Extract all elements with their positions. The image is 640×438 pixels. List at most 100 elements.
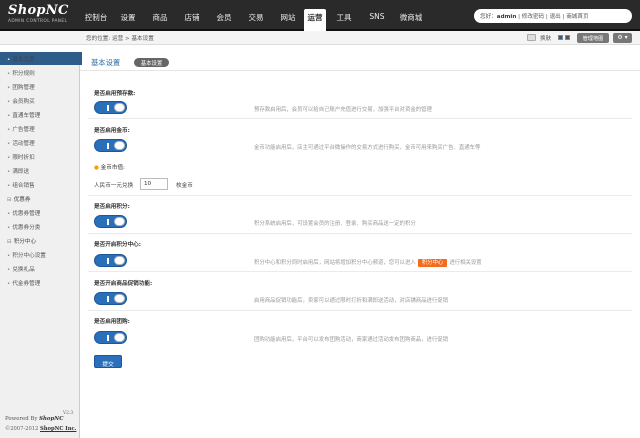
nav-settings[interactable]: 设置 <box>112 9 144 31</box>
nav-dashboard[interactable]: 控制台 <box>80 9 112 31</box>
setting-label-predeposit: 是否启用预存款: <box>94 91 136 97</box>
user-links[interactable]: | 修改密码 | 退出 | 商城首页 <box>518 14 588 20</box>
page-title: 基本设置 <box>91 58 121 67</box>
nav-website[interactable]: 网站 <box>272 9 304 31</box>
sidebar-item-label: 满即送 <box>12 169 30 175</box>
gold-rate-input[interactable]: 10 <box>140 178 168 190</box>
copyright-prefix: ©2007-2012 <box>5 426 40 432</box>
title-row: 基本设置 基本设置 <box>80 45 640 71</box>
gold-toggle[interactable] <box>94 139 127 152</box>
bullet-icon: • <box>7 169 11 175</box>
sidebar-item-redeem-gifts[interactable]: • 兑换礼品 <box>0 262 80 275</box>
points-toggle[interactable] <box>94 215 127 228</box>
bullet-icon: • <box>7 183 11 189</box>
setting-label-gold: 是否启用金币: <box>94 128 130 134</box>
bullet-icon: • <box>7 99 11 105</box>
groupbuy-toggle[interactable] <box>94 331 127 344</box>
sidebar-item-coupon-manage[interactable]: • 优惠券管理 <box>0 206 80 219</box>
setting-desc-points: 积分系统启用后，可设置会员的注册、登录、购买商品送一定的积分 <box>254 221 416 227</box>
sidebar-item-ads[interactable]: • 广告管理 <box>0 122 80 135</box>
sidebar-item-flash-discount[interactable]: • 限时折扣 <box>0 150 80 163</box>
sidebar-item-groupbuy[interactable]: • 团购管理 <box>0 80 80 93</box>
nav-stores[interactable]: 店铺 <box>176 9 208 31</box>
sidebar-item-bundle-sales[interactable]: • 组合销售 <box>0 178 80 191</box>
predeposit-toggle[interactable] <box>94 101 127 114</box>
setting-label-points-center: 是否开启积分中心: <box>94 242 141 248</box>
sidebar-item-label: 基本设置 <box>12 57 35 63</box>
sidebar-item-full-gift[interactable]: • 满即送 <box>0 164 80 177</box>
setting-desc-promotion: 启用商品促销功能后，卖家可以通过限时打折和满即送活动，对店铺商品进行促销 <box>254 298 449 304</box>
sidebar-item-basic-settings[interactable]: • 基本设置 <box>0 52 82 65</box>
nav-operation[interactable]: 运营 <box>304 9 326 31</box>
gear-icon[interactable]: ⚙ ▾ <box>613 33 632 43</box>
setting-desc-points-center: 积分中心和积分同时启用后，网站将增加积分中心频道，您可以进入 积分中心 进行相关设置 <box>254 258 482 267</box>
setting-label-groupbuy: 是否启用团购: <box>94 319 130 325</box>
sidebar-item-voucher-manage[interactable]: • 代金券管理 <box>0 276 80 289</box>
bullet-icon: • <box>7 225 11 231</box>
sidebar-item-member-purchase[interactable]: • 会员购买 <box>0 94 80 107</box>
bullet-icon: • <box>7 127 11 133</box>
setting-label-points: 是否启用积分: <box>94 204 130 210</box>
gold-rate-title: ● 金币市值: <box>94 163 125 171</box>
nav-members[interactable]: 会员 <box>208 9 240 31</box>
sidebar-item-label: 优惠券管理 <box>12 211 41 217</box>
desc-text-before: 积分中心和积分同时启用后，网站将增加积分中心频道，您可以进入 <box>254 260 416 266</box>
sidebar-item-coupon-category[interactable]: • 优惠券分类 <box>0 220 80 233</box>
sidebar-item-label: 代金券管理 <box>12 281 41 287</box>
user-info: 您好：admin | 修改密码 | 退出 | 商城首页 <box>474 9 632 23</box>
points-center-link[interactable]: 积分中心 <box>417 259 448 267</box>
skin-icon[interactable] <box>527 34 536 41</box>
divider <box>88 233 632 234</box>
sidebar-group-points-center[interactable]: ⊟ 积分中心 <box>0 234 80 247</box>
sidebar-item-activities[interactable]: • 活动管理 <box>0 136 80 149</box>
sidebar-item-label: 优惠券 <box>13 197 31 203</box>
skin-label[interactable]: 换肤 <box>540 34 551 42</box>
divider <box>88 271 632 272</box>
sidebar-item-points-rules[interactable]: • 积分规则 <box>0 66 80 79</box>
submit-button[interactable]: 提交 <box>94 355 122 368</box>
star-icon: ● <box>94 165 99 171</box>
nav-trade[interactable]: 交易 <box>240 9 272 31</box>
setting-desc-predeposit: 预存款启用后，会员可以给自己账户充值进行交易，加强平台对资金的管理 <box>254 107 432 113</box>
logo[interactable]: ShopNC ADMIN CONTROL PANEL <box>8 3 82 29</box>
bullet-icon: • <box>7 155 11 161</box>
sidebar: • 基本设置 • 积分规则 • 团购管理 • 会员购买 • 直通车管理 • 广告管理 • 活动… <box>0 52 82 438</box>
copyright-link[interactable]: ShopNC Inc. <box>40 426 76 432</box>
bullet-icon: • <box>7 211 11 217</box>
sidebar-item-label: 会员购买 <box>12 99 35 105</box>
sidebar-item-points-center-settings[interactable]: • 积分中心设置 <box>0 248 80 261</box>
sidebar-group-coupons[interactable]: ⊟ 优惠券 <box>0 192 80 205</box>
bullet-icon: • <box>7 71 11 77</box>
sidebar-item-label: 兑换礼品 <box>12 267 35 273</box>
nav-sns[interactable]: SNS <box>362 9 392 31</box>
tab-basic-settings[interactable]: 基本设置 <box>134 58 169 67</box>
logo-subtitle: ADMIN CONTROL PANEL <box>8 19 68 24</box>
minus-icon: ⊟ <box>7 239 12 245</box>
skin-blue-option[interactable] <box>558 35 563 40</box>
points-center-toggle[interactable] <box>94 254 127 267</box>
sidebar-item-label: 优惠券分类 <box>12 225 41 231</box>
skin-gray-option[interactable] <box>565 35 570 40</box>
bullet-icon: • <box>7 57 11 63</box>
main-nav: 控制台 设置 商品 店铺 会员 交易 网站 运营 工具 SNS 微商城 <box>80 9 430 31</box>
setting-desc-groupbuy: 团购功能启用后，平台可以发布团购活动，商家通过活动发布团购商品，进行促销 <box>254 337 449 343</box>
bullet-icon: • <box>7 253 11 259</box>
promotion-toggle[interactable] <box>94 292 127 305</box>
gold-rate-title-text: 金币市值: <box>100 165 125 171</box>
bullet-icon: • <box>7 267 11 273</box>
nav-micro-mall[interactable]: 微商城 <box>392 9 430 31</box>
bullet-icon: • <box>7 141 11 147</box>
sidebar-item-label: 组合销售 <box>12 183 35 189</box>
sidebar-item-label: 积分规则 <box>12 71 35 77</box>
nav-tools[interactable]: 工具 <box>326 9 362 31</box>
user-greeting: 您好： <box>480 14 497 20</box>
sidebar-item-label: 直通车管理 <box>12 113 41 119</box>
setting-desc-gold: 金币功能启用后，店主可通过平台微操作的交易方式进行购买，金币可用来购买广告、直通… <box>254 145 481 151</box>
sidebar-item-express[interactable]: • 直通车管理 <box>0 108 80 121</box>
admin-map-button[interactable]: 管理地图 <box>577 33 609 43</box>
setting-label-promotion: 是否开启商品促销功能: <box>94 281 153 287</box>
divider <box>88 195 632 196</box>
gold-rate-prefix: 人民币一元兑换 <box>94 183 134 189</box>
breadcrumb: 您的位置: 运营 > 基本设置 <box>86 36 154 42</box>
nav-goods[interactable]: 商品 <box>144 9 176 31</box>
